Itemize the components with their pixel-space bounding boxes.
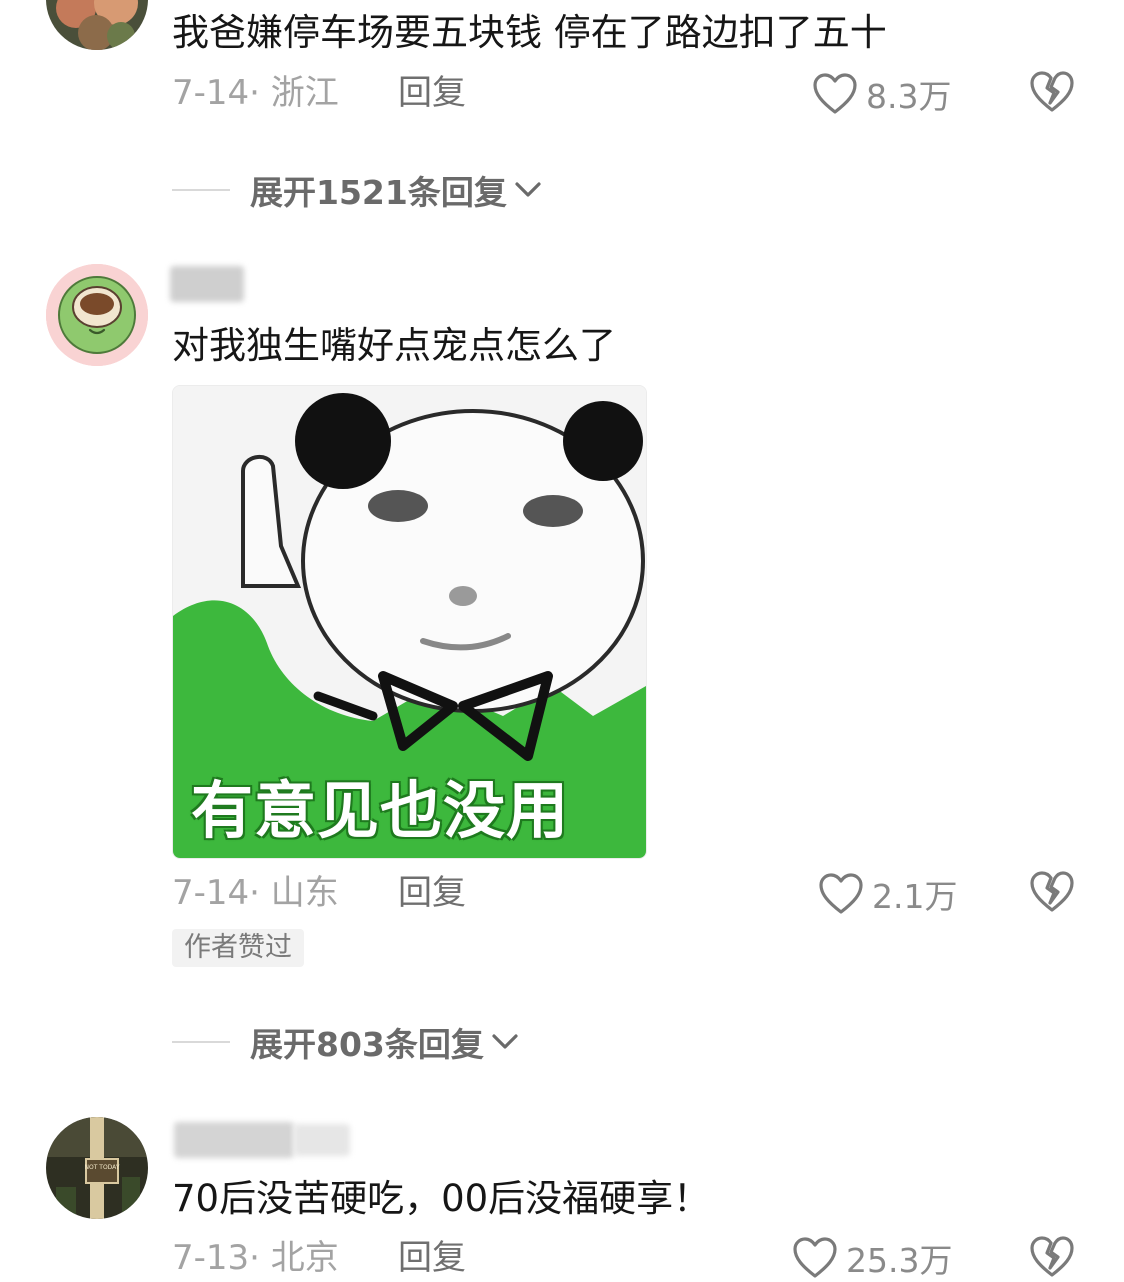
username-redacted <box>170 266 244 302</box>
comment-date-location: 7-13· 北京 <box>172 1238 339 1278</box>
like-count: 25.3万 <box>846 1241 953 1280</box>
username-redacted <box>294 1124 350 1156</box>
like-button[interactable]: 2.1万 <box>818 870 957 918</box>
chevron-down-icon <box>492 1034 518 1049</box>
meme-image[interactable]: 有意见也没用 <box>172 385 647 859</box>
expand-replies-label: 展开803条回复 <box>250 1025 484 1064</box>
reply-button[interactable]: 回复 <box>398 873 466 913</box>
broken-heart-icon[interactable] <box>1028 1233 1076 1281</box>
broken-heart-icon[interactable] <box>1028 868 1076 916</box>
reply-button[interactable]: 回复 <box>398 1238 466 1278</box>
expand-replies-button[interactable]: 展开1521条回复 <box>172 168 543 212</box>
like-count: 2.1万 <box>872 877 958 916</box>
comment-text: 我爸嫌停车场要五块钱 停在了路边扣了五十 <box>172 11 887 54</box>
like-button[interactable]: 8.3万 <box>812 70 951 118</box>
meme-caption: 有意见也没用 <box>191 774 570 847</box>
avatar-sign-text: NOT TODAY <box>85 1164 120 1171</box>
heart-outline-icon <box>813 73 857 114</box>
like-count: 8.3万 <box>866 77 952 116</box>
username-redacted <box>174 1122 294 1158</box>
comment-date-location: 7-14· 浙江 <box>172 73 339 113</box>
heart-outline-icon <box>793 1237 837 1278</box>
avatar[interactable]: NOT TODAY <box>46 1117 148 1219</box>
heart-outline-icon <box>819 873 863 914</box>
divider <box>172 189 230 191</box>
reply-button[interactable]: 回复 <box>398 73 466 113</box>
like-button[interactable]: 25.3万 <box>792 1234 952 1282</box>
avatar[interactable] <box>46 264 148 366</box>
expand-replies-label: 展开1521条回复 <box>250 173 507 212</box>
comment-date-location: 7-14· 山东 <box>172 873 339 913</box>
avatar[interactable] <box>46 0 148 50</box>
expand-replies-button[interactable]: 展开803条回复 <box>172 1020 520 1064</box>
comment-text: 对我独生嘴好点宠点怎么了 <box>172 324 616 367</box>
chevron-down-icon <box>515 182 541 197</box>
author-liked-badge: 作者赞过 <box>172 929 304 967</box>
comment-text: 70后没苦硬吃，00后没福硬享！ <box>172 1177 711 1220</box>
broken-heart-icon[interactable] <box>1028 68 1076 116</box>
divider <box>172 1041 230 1043</box>
